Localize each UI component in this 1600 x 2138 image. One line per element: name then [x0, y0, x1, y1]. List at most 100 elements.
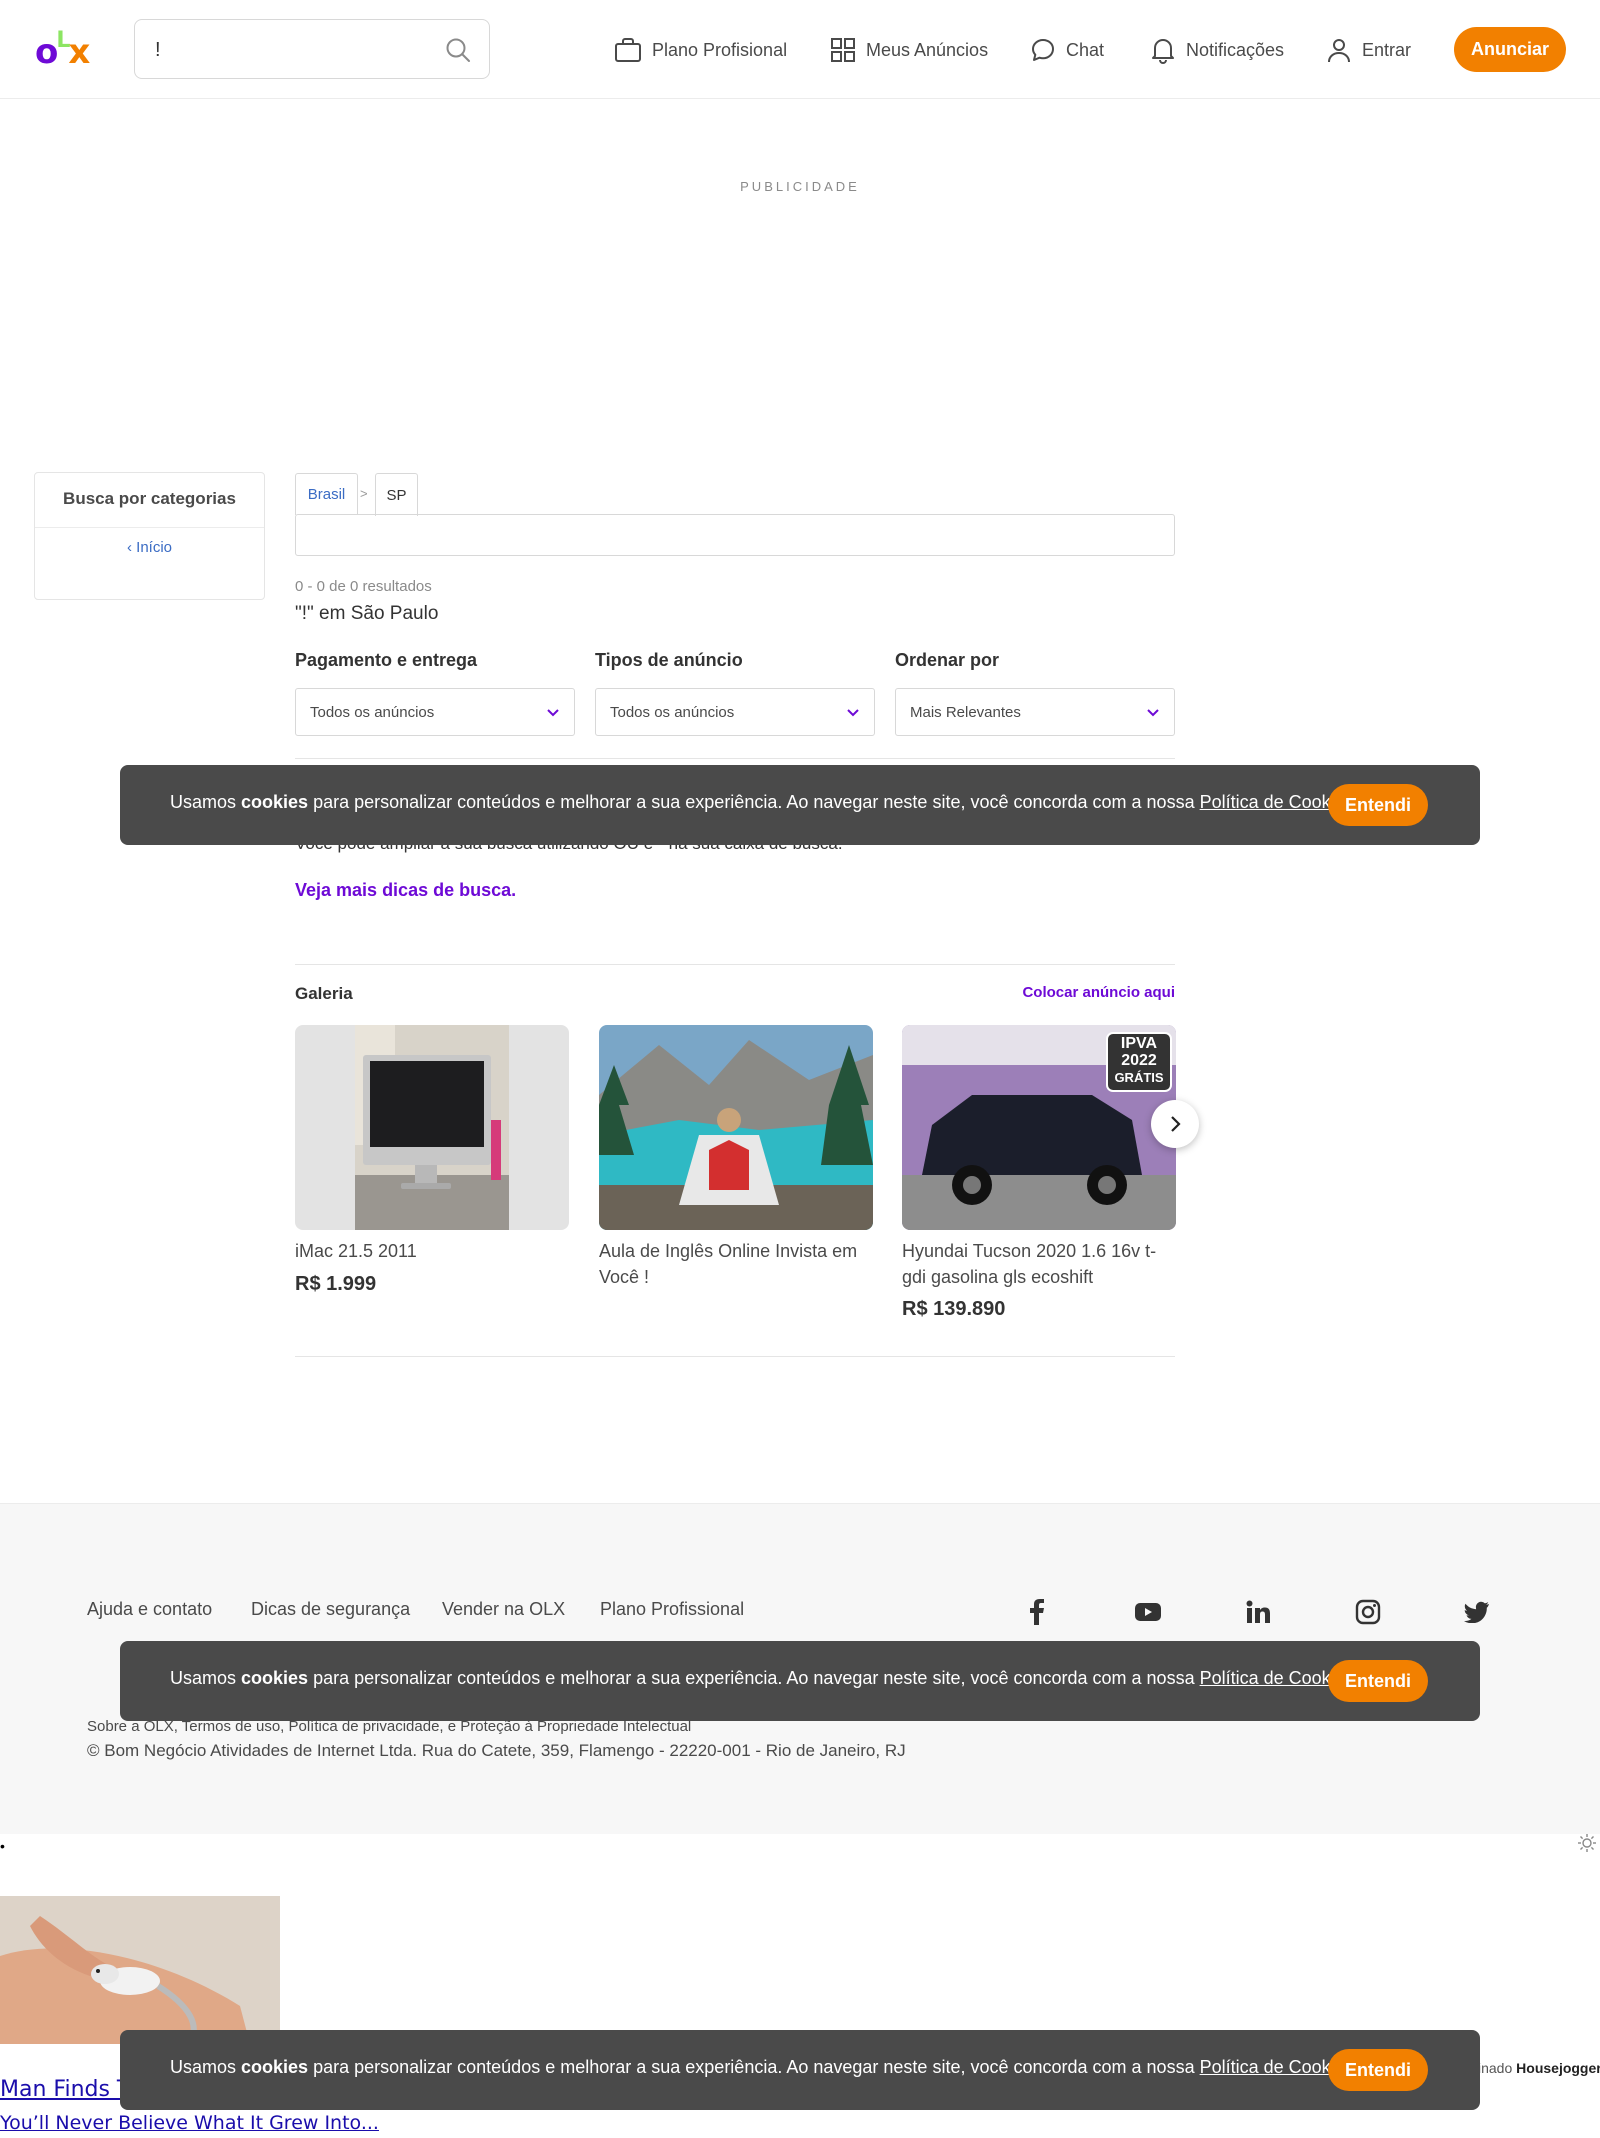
- nav-notificacoes[interactable]: Notificações: [1150, 30, 1284, 70]
- cookie-text-pre: Usamos: [170, 2057, 242, 2077]
- category-sidebar: Busca por categorias ‹ Início: [34, 472, 265, 600]
- filter-tipos-label: Tipos de anúncio: [595, 650, 743, 670]
- gallery-title: Galeria: [295, 984, 353, 1003]
- nav-notificacoes-label: Notificações: [1186, 39, 1285, 60]
- breadcrumb-separator: >: [360, 486, 368, 501]
- bell-icon: [1152, 39, 1174, 64]
- breadcrumb-brasil[interactable]: Brasil: [295, 473, 358, 515]
- cookie-banner: Usamos cookies para personalizar conteúd…: [120, 2030, 1480, 2110]
- footer-link-ajuda[interactable]: Ajuda e contato: [87, 1599, 212, 1620]
- sidebar-back-link[interactable]: ‹ Início: [35, 539, 264, 556]
- sun-settings-icon[interactable]: [1578, 1834, 1596, 1857]
- cookie-accept-button[interactable]: Entendi: [1328, 784, 1428, 826]
- youtube-icon[interactable]: [1132, 1596, 1164, 1628]
- cookie-text-bold: cookies: [241, 792, 309, 812]
- sponsored-title[interactable]: Man Finds T: [0, 2077, 130, 2102]
- footer-link-plano[interactable]: Plano Profissional: [600, 1599, 744, 1620]
- gallery-item-title[interactable]: Hyundai Tucson 2020 1.6 16v t-gdi gasoli…: [902, 1238, 1176, 1290]
- sponsored-image[interactable]: [0, 1896, 280, 2044]
- gallery-item-price: R$ 1.999: [295, 1273, 377, 1295]
- chevron-down-icon: [1147, 709, 1159, 717]
- cookie-accept-button[interactable]: Entendi: [1328, 1660, 1428, 1702]
- footer-copyright: © Bom Negócio Atividades de Internet Ltd…: [87, 1741, 906, 1760]
- facebook-icon[interactable]: [1021, 1596, 1053, 1628]
- carousel-next-button[interactable]: [1151, 1100, 1199, 1148]
- footer-link-vender[interactable]: Vender na OLX: [442, 1599, 565, 1620]
- logo-x: x: [68, 32, 90, 72]
- sponsored-subtitle[interactable]: You’ll Never Believe What It Grew Into..…: [0, 2112, 379, 2134]
- cookie-text: Usamos cookies para personalizar conteúd…: [170, 792, 1359, 813]
- nav-anuncios-label: Meus Anúncios: [866, 39, 989, 60]
- sponsored-by-prefix: inado: [1478, 2060, 1517, 2076]
- search-input[interactable]: [153, 34, 427, 66]
- cookie-banner: Usamos cookies para personalizar conteúd…: [120, 1641, 1480, 1721]
- briefcase-icon: [615, 38, 641, 62]
- cookie-text-mid: para personalizar conteúdos e melhorar a…: [308, 792, 1200, 812]
- chevron-down-icon: [847, 709, 859, 717]
- linkedin-icon[interactable]: [1242, 1596, 1274, 1628]
- sidebar-title: Busca por categorias: [63, 489, 236, 508]
- cookie-text: Usamos cookies para personalizar conteúd…: [170, 1668, 1359, 1689]
- instagram-icon[interactable]: [1352, 1596, 1384, 1628]
- chat-bubble-icon: [1032, 39, 1054, 61]
- sidebar-back-label: Início: [136, 539, 173, 556]
- gallery-place-ad-link[interactable]: Colocar anúncio aqui: [1022, 984, 1175, 1001]
- ad-label: PUBLICIDADE: [740, 179, 860, 194]
- cookie-accept-button[interactable]: Entendi: [1328, 2049, 1428, 2091]
- nav-plano-label: Plano Profisional: [652, 39, 788, 60]
- logo-o: o: [35, 32, 58, 72]
- filter-tipos-select[interactable]: Todos os anúncios: [595, 688, 875, 736]
- sponsored-by-brand[interactable]: Housejogger: [1516, 2060, 1600, 2076]
- nav-chat-label: Chat: [1066, 39, 1105, 60]
- nav-meus-anuncios[interactable]: Meus Anúncios: [830, 30, 988, 70]
- cookie-text: Usamos cookies para personalizar conteúd…: [170, 2057, 1359, 2078]
- ipva-badge: IPVA 2022 GRÁTIS: [1111, 1035, 1167, 1086]
- chevron-down-icon: [547, 709, 559, 717]
- badge-line: 2022: [1121, 1052, 1157, 1069]
- results-title: "!" em São Paulo: [295, 603, 439, 624]
- cookie-text-pre: Usamos: [170, 792, 242, 812]
- chevron-left-icon: ‹: [126, 539, 137, 556]
- gallery-item-title[interactable]: Aula de Inglês Online Invista em Você !: [599, 1238, 873, 1290]
- region-filter-box[interactable]: [295, 514, 1175, 556]
- anunciar-button[interactable]: Anunciar: [1454, 27, 1566, 72]
- sponsored-by: inado Housejogger: [1478, 2060, 1600, 2076]
- divider: [295, 758, 1175, 759]
- cookie-banner: Usamos cookies para personalizar conteúd…: [120, 765, 1480, 845]
- cookie-text-mid: para personalizar conteúdos e melhorar a…: [308, 2057, 1200, 2077]
- olx-logo[interactable]: oLx: [35, 28, 90, 72]
- cookie-text-bold: cookies: [241, 2057, 309, 2077]
- gallery-item-image-english[interactable]: [599, 1025, 873, 1230]
- nav-chat[interactable]: Chat: [1030, 30, 1104, 70]
- gallery-item-price: R$ 139.890: [902, 1298, 1006, 1320]
- breadcrumb-sp[interactable]: SP: [375, 473, 418, 516]
- grid-icon: [831, 38, 855, 62]
- user-icon: [1328, 39, 1350, 63]
- results-count: 0 - 0 de 0 resultados: [295, 578, 432, 595]
- gallery-item-image-imac[interactable]: [295, 1025, 569, 1230]
- logo-l: L: [56, 28, 70, 53]
- gallery-item-title[interactable]: iMac 21.5 2011: [295, 1238, 569, 1264]
- search-tips-link[interactable]: Veja mais dicas de busca.: [295, 880, 516, 901]
- cookie-text-pre: Usamos: [170, 1668, 242, 1688]
- filter-tipos-value: Todos os anúncios: [610, 703, 735, 721]
- cookie-text-bold: cookies: [241, 1668, 309, 1688]
- twitter-icon[interactable]: [1461, 1596, 1493, 1628]
- badge-line: IPVA: [1120, 1035, 1158, 1052]
- divider: [295, 1356, 1175, 1357]
- badge-line: GRÁTIS: [1114, 1070, 1164, 1085]
- search-box: [134, 19, 490, 79]
- filter-pagamento-value: Todos os anúncios: [310, 703, 435, 721]
- nav-entrar[interactable]: Entrar: [1326, 30, 1411, 70]
- filter-pagamento-select[interactable]: Todos os anúncios: [295, 688, 575, 736]
- list-bullet: •: [0, 1838, 5, 1854]
- header: oLx Plano Profisional Meus Anúncios Chat…: [0, 0, 1600, 99]
- filter-pagamento-label: Pagamento e entrega: [295, 650, 478, 670]
- nav-plano-profissional[interactable]: Plano Profisional: [614, 30, 787, 70]
- search-icon[interactable]: [445, 37, 471, 68]
- divider: [295, 964, 1175, 965]
- filter-ordenar-select[interactable]: Mais Relevantes: [895, 688, 1175, 736]
- sidebar-divider: [35, 527, 264, 528]
- gallery-item-image-tucson[interactable]: IPVA 2022 GRÁTIS: [902, 1025, 1176, 1230]
- footer-link-dicas[interactable]: Dicas de segurança: [251, 1599, 410, 1620]
